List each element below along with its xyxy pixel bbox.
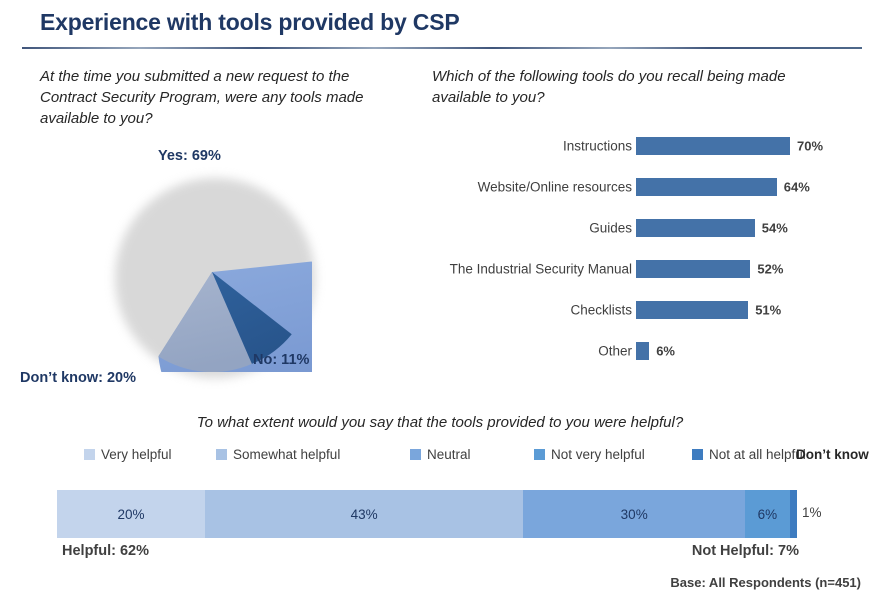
- bar-category-label: Instructions: [562, 138, 632, 154]
- bar-category-label: The Industrial Security Manual: [449, 261, 632, 277]
- bar-category-label: Checklists: [570, 302, 632, 318]
- title-divider: [22, 47, 862, 49]
- bar-fill: [636, 260, 751, 278]
- legend-label: Neutral: [427, 447, 471, 462]
- stack-question-text: To what extent would you say that the to…: [196, 414, 684, 431]
- bar-fill: [636, 301, 749, 319]
- bar-row: Other 6%: [404, 331, 874, 371]
- bar-track: [636, 260, 751, 278]
- legend-swatch: [692, 449, 703, 460]
- slide-header: Experience with tools provided by CSP: [0, 0, 879, 52]
- pie-label-dont-know: Don’t know: 20%: [20, 370, 137, 386]
- legend-item: Don’t know: [796, 447, 869, 462]
- base-footnote: Base: All Respondents (n=451): [670, 575, 861, 590]
- bar-track: [636, 178, 777, 196]
- stack-segment-value: 20%: [117, 506, 145, 522]
- bar-row: Website/Online resources 64%: [404, 167, 874, 207]
- bar-row: Instructions 70%: [404, 126, 874, 166]
- stack-segment: 20%: [57, 490, 205, 538]
- bar-value-label: 64%: [783, 179, 810, 195]
- legend-swatch: [410, 449, 421, 460]
- stack-segment-value: 43%: [350, 506, 378, 522]
- pie-svg: [158, 261, 312, 372]
- stack-segment: 30%: [523, 490, 746, 538]
- page-title: Experience with tools provided by CSP: [40, 9, 460, 35]
- bar-category-label: Website/Online resources: [477, 179, 632, 195]
- bar-track: [636, 301, 749, 319]
- legend-swatch: [84, 449, 95, 460]
- legend-label: Not at all helpful: [709, 447, 806, 462]
- bar-fill: [636, 342, 650, 360]
- legend-item: Not at all helpful: [692, 447, 806, 462]
- bar-fill: [636, 219, 755, 237]
- stack-segment-value: 6%: [757, 506, 778, 522]
- legend-swatch: [216, 449, 227, 460]
- pie-question-text: At the time you submitted a new request …: [40, 68, 364, 127]
- legend-label: Don’t know: [796, 447, 869, 462]
- note-helpful: Helpful: 62%: [62, 543, 150, 559]
- bar-category-label: Guides: [589, 220, 632, 236]
- stack-segment: 6%: [745, 490, 790, 538]
- bar-track: [636, 219, 755, 237]
- legend-label: Not very helpful: [551, 447, 645, 462]
- bar-track: [636, 342, 650, 360]
- note-not-helpful: Not Helpful: 7%: [691, 543, 799, 559]
- bar-row: Guides 54%: [404, 208, 874, 248]
- legend-label: Very helpful: [101, 447, 172, 462]
- pie-label-yes: Yes: 69%: [158, 148, 221, 164]
- bar-category-label: Other: [598, 343, 632, 359]
- bar-fill: [636, 137, 790, 155]
- helpfulness-stacked-bar: 20% 43% 30% 6%: [57, 490, 797, 538]
- stack-legend: Very helpful Somewhat helpful Neutral Not v…: [84, 447, 869, 469]
- stack-segment: 43%: [205, 490, 524, 538]
- bar-track: [636, 137, 790, 155]
- legend-item: Very helpful: [84, 447, 172, 462]
- bars-question-text: Which of the following tools do you reca…: [432, 68, 786, 106]
- stack-segment-value: 30%: [620, 506, 648, 522]
- legend-label: Somewhat helpful: [233, 447, 341, 462]
- bar-value-label: 51%: [755, 302, 782, 318]
- legend-item: Neutral: [410, 447, 471, 462]
- legend-item: Somewhat helpful: [216, 447, 340, 462]
- bar-fill: [636, 178, 777, 196]
- stack-outside-value: 1%: [802, 505, 822, 520]
- legend-item: Not very helpful: [534, 447, 645, 462]
- stack-segment: [789, 490, 797, 538]
- pie-label-no: No: 11%: [253, 352, 310, 368]
- bar-row: The Industrial Security Manual 52%: [404, 249, 874, 289]
- bar-value-label: 52%: [757, 261, 784, 277]
- bar-value-label: 54%: [761, 220, 788, 236]
- bar-value-label: 70%: [797, 138, 824, 154]
- bar-row: Checklists 51%: [404, 290, 874, 330]
- pie-chart: [112, 172, 315, 378]
- tools-bar-chart: Instructions 70% Website/Online resources 6…: [404, 126, 874, 376]
- bar-value-label: 6%: [656, 343, 675, 359]
- legend-swatch: [534, 449, 545, 460]
